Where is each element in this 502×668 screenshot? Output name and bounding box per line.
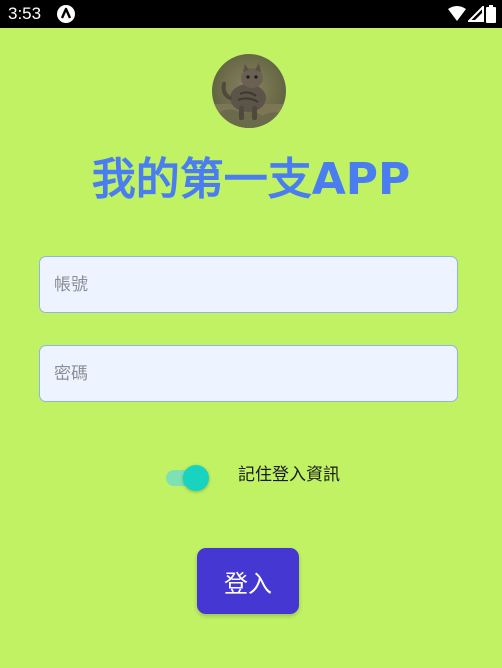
cat-photo-image <box>212 54 286 128</box>
a-letter-icon <box>56 4 76 24</box>
status-bar: 3:53 <box>0 0 502 28</box>
status-icons <box>448 4 496 24</box>
login-button[interactable]: 登入 <box>197 548 299 614</box>
status-time: 3:53 <box>8 4 42 23</box>
password-field[interactable] <box>39 345 458 402</box>
account-input[interactable] <box>40 257 457 312</box>
battery-icon <box>486 5 496 23</box>
avatar <box>212 54 286 128</box>
wifi-icon <box>448 6 466 22</box>
remember-toggle[interactable] <box>166 462 210 491</box>
password-input[interactable] <box>40 346 457 401</box>
remember-label: 記住登入資訊 <box>238 465 340 485</box>
signal-icon <box>468 6 484 22</box>
account-field[interactable] <box>39 256 458 313</box>
remember-row: 記住登入資訊 <box>0 458 502 492</box>
app-title: 我的第一支APP <box>91 154 411 205</box>
toggle-thumb[interactable] <box>183 465 209 491</box>
